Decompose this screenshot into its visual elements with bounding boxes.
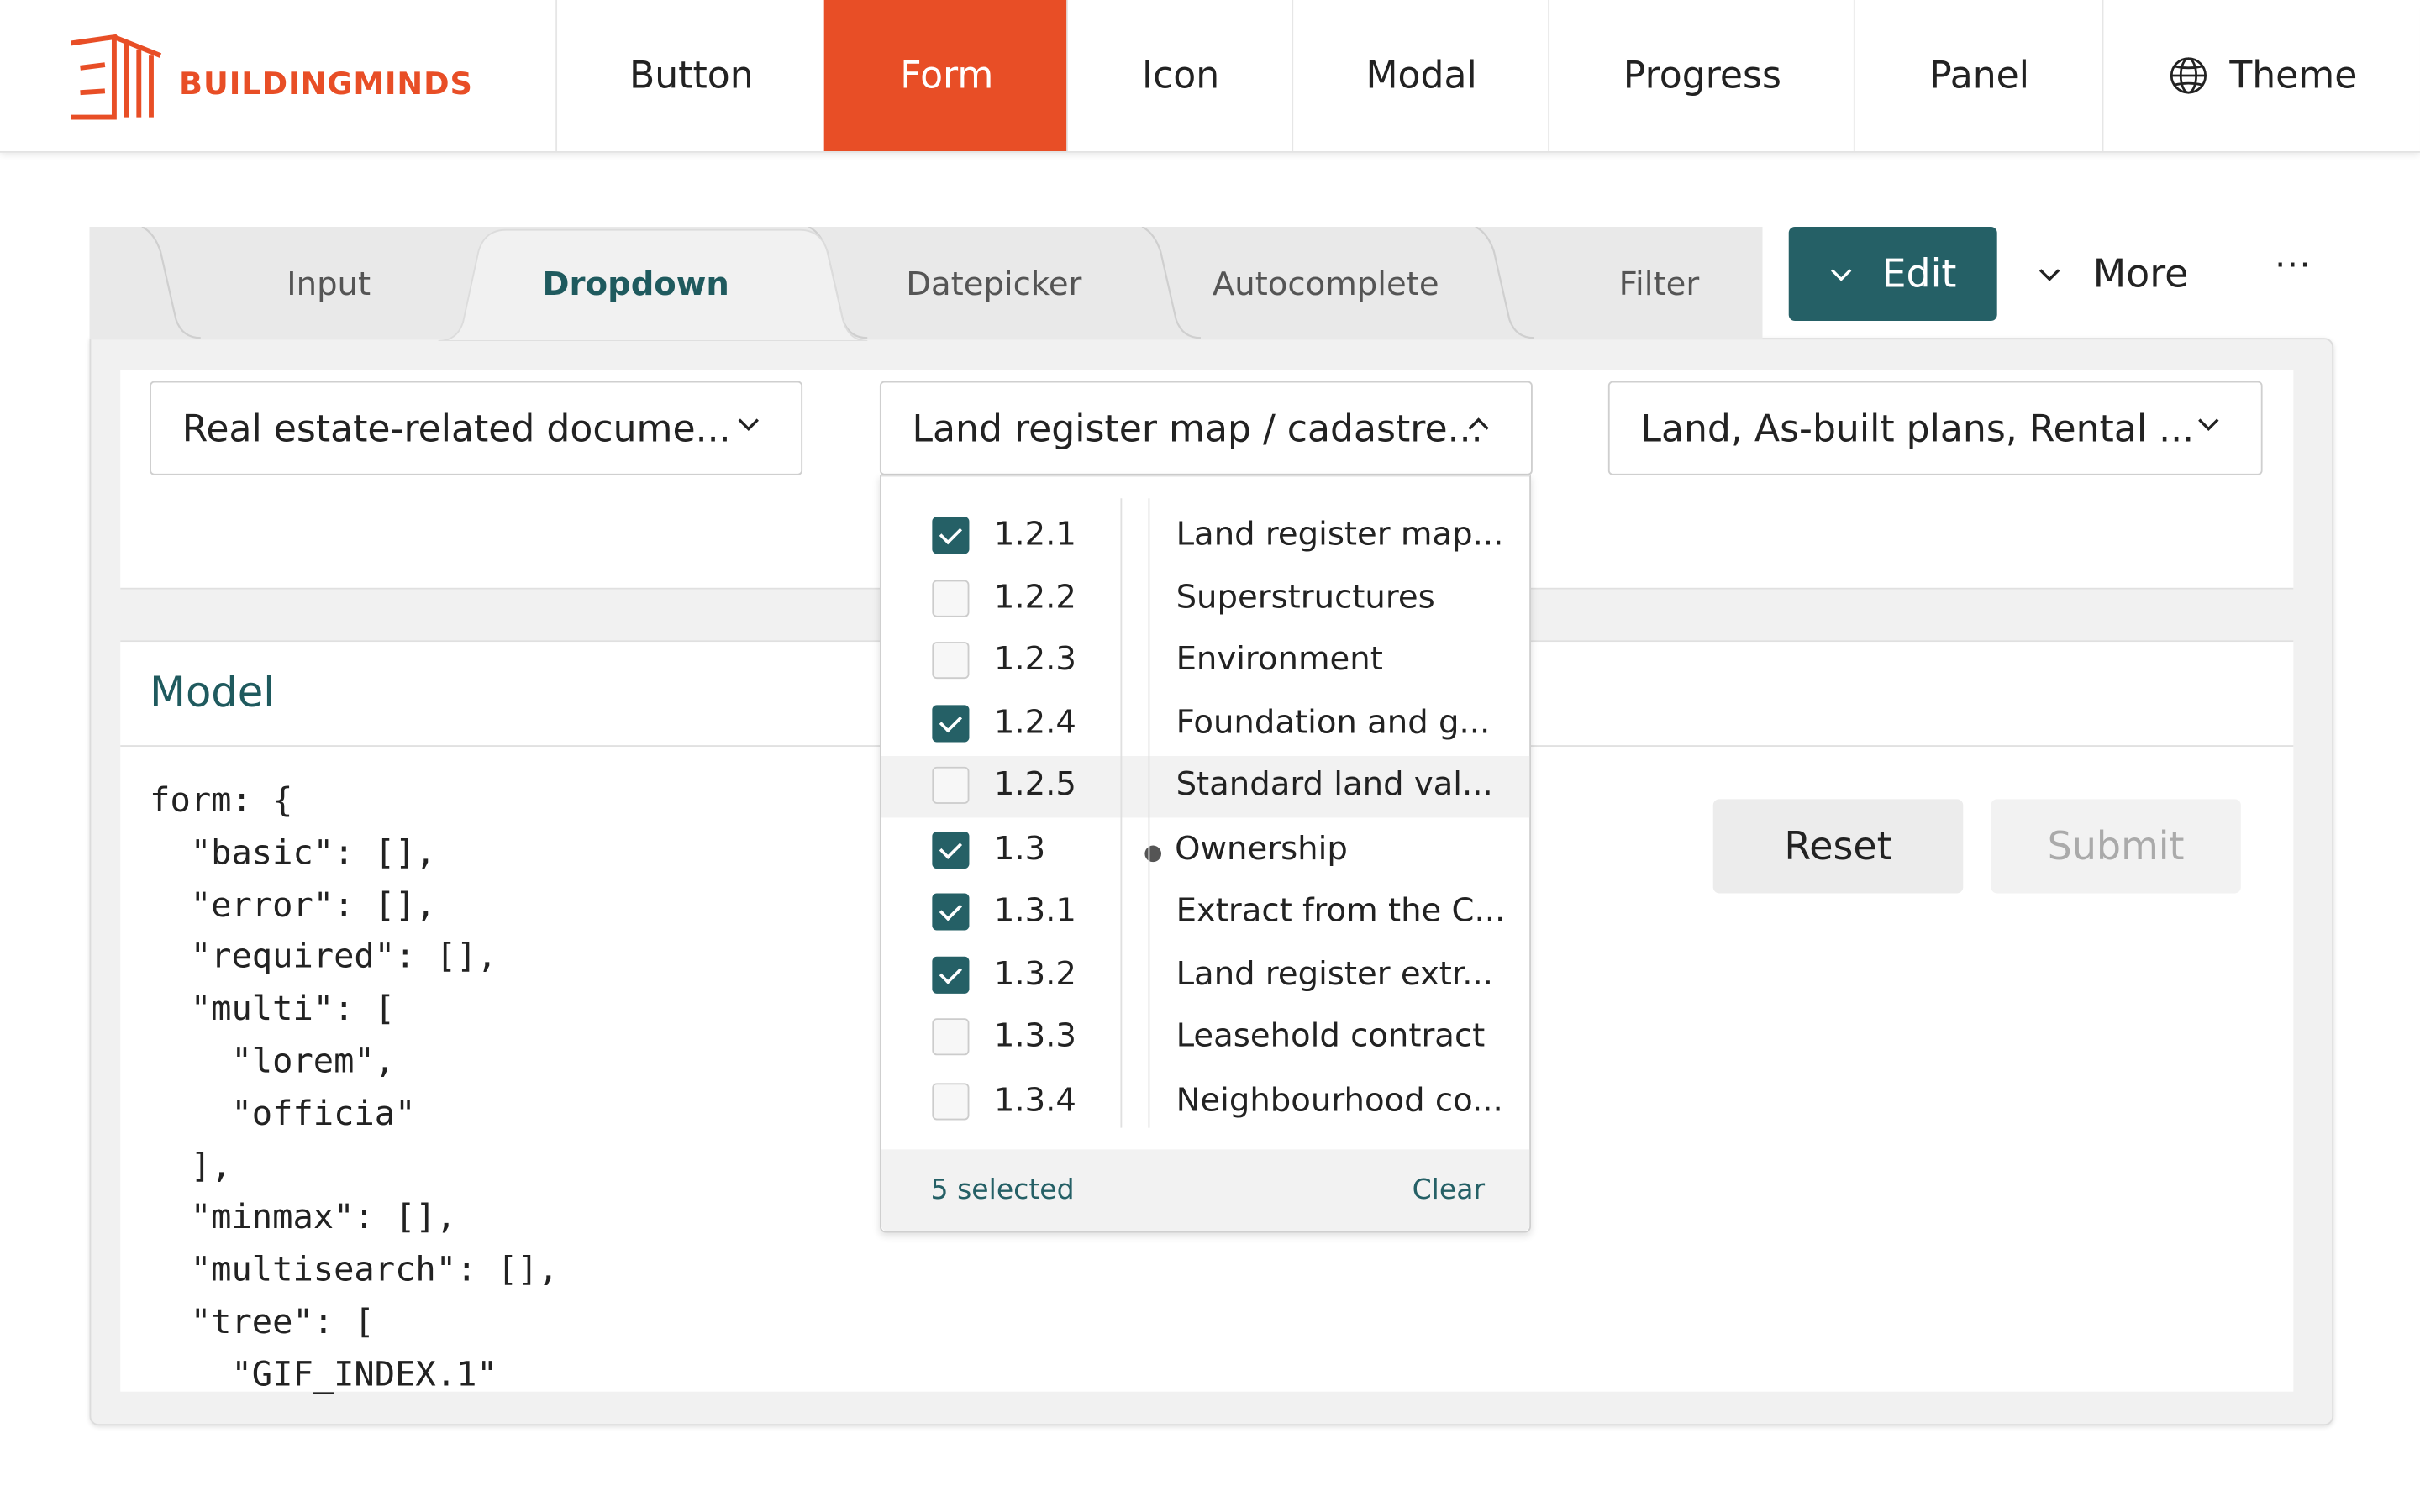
buildingminds-logo-icon xyxy=(71,34,162,120)
nav-item-label: Theme xyxy=(2229,54,2358,97)
checkbox-checked[interactable] xyxy=(932,705,970,743)
option-label: Leasehold contract xyxy=(1176,1016,1486,1054)
checkbox-checked[interactable] xyxy=(932,956,970,994)
checkbox-checked[interactable] xyxy=(932,831,970,869)
nav-item-modal[interactable]: Modal xyxy=(1292,0,1549,151)
option-1-2-3[interactable]: 1.2.3 Environment xyxy=(881,631,1529,692)
dropdown-value: Land, As-built plans, Rental ... xyxy=(1640,406,2195,450)
option-label: Superstructures xyxy=(1176,578,1435,616)
more-label: More xyxy=(2092,251,2189,297)
more-button[interactable]: More xyxy=(2037,227,2188,321)
option-1-3-3[interactable]: 1.3.3 Leasehold contract xyxy=(881,1007,1529,1068)
submit-button[interactable]: Submit xyxy=(1991,799,2241,894)
tab-label: Autocomplete xyxy=(1212,264,1439,302)
checkbox-unchecked[interactable] xyxy=(932,580,970,617)
option-1-2-4[interactable]: 1.2.4 Foundation and g... xyxy=(881,695,1529,756)
tab-label: Datepicker xyxy=(906,264,1082,302)
reset-label: Reset xyxy=(1784,823,1892,869)
nav-item-form[interactable]: Form xyxy=(823,0,1068,151)
edit-label: Edit xyxy=(1881,251,1957,297)
submit-label: Submit xyxy=(2047,823,2185,869)
dropdown-document-type[interactable]: Land register map / cadastre... xyxy=(879,381,1533,475)
dropdown-tags[interactable]: Land, As-built plans, Rental ... xyxy=(1607,381,2263,475)
option-code: 1.3 xyxy=(993,830,1046,868)
option-code: 1.2.4 xyxy=(993,703,1076,741)
option-code: 1.2.5 xyxy=(993,765,1076,803)
chevron-up-icon xyxy=(1468,417,1489,430)
dropdown-menu: 1.2.1 Land register map... 1.2.2 Superst… xyxy=(879,475,1532,1233)
tab-dropdown[interactable]: Dropdown xyxy=(509,227,762,339)
option-1-2-1[interactable]: 1.2.1 Land register map... xyxy=(881,506,1529,567)
nav-item-icon[interactable]: Icon xyxy=(1066,0,1293,151)
checkbox-unchecked[interactable] xyxy=(932,766,970,804)
option-1-3[interactable]: 1.3 ● Ownership xyxy=(881,821,1529,882)
tab-datepicker[interactable]: Datepicker xyxy=(865,227,1124,339)
dropdown-value: Land register map / cadastre... xyxy=(912,406,1483,450)
option-label: Environment xyxy=(1176,640,1383,678)
tab-label: Filter xyxy=(1618,264,1700,302)
dropdown-value: Real estate-related docume... xyxy=(182,406,731,450)
tab-autocomplete[interactable]: Autocomplete xyxy=(1188,227,1463,339)
nav-item-label: Modal xyxy=(1365,54,1477,97)
chevron-down-icon xyxy=(738,418,759,431)
checkbox-checked[interactable] xyxy=(932,893,970,931)
tab-filter[interactable]: Filter xyxy=(1574,227,1744,339)
option-1-2-5[interactable]: 1.2.5 Standard land val... xyxy=(881,755,1530,818)
nav-item-label: Form xyxy=(900,54,994,97)
dropdown-document-category[interactable]: Real estate-related docume... xyxy=(150,381,803,475)
nav-item-label: Progress xyxy=(1623,54,1781,97)
option-code: 1.3.2 xyxy=(993,954,1076,992)
overflow-menu-icon[interactable]: ··· xyxy=(2275,247,2312,286)
option-1-3-4[interactable]: 1.3.4 Neighbourhood co... xyxy=(881,1073,1529,1134)
reset-button[interactable]: Reset xyxy=(1712,799,1964,894)
brand-logo[interactable]: BUILDINGMINDS xyxy=(68,34,473,120)
option-code: 1.3.3 xyxy=(993,1016,1076,1054)
brand-name: BUILDINGMINDS xyxy=(179,65,473,102)
option-label-text: Ownership xyxy=(1175,830,1348,868)
option-label: Neighbourhood co... xyxy=(1176,1081,1503,1119)
nav-item-panel[interactable]: Panel xyxy=(1853,0,2104,151)
chevron-down-icon xyxy=(2198,418,2219,431)
option-code: 1.3.4 xyxy=(993,1081,1076,1119)
nav-item-theme[interactable]: Theme xyxy=(2102,0,2420,151)
option-code: 1.2.3 xyxy=(993,640,1076,678)
selected-count: 5 selected xyxy=(930,1173,1075,1207)
nav-item-button[interactable]: Button xyxy=(555,0,825,151)
option-1-2-2[interactable]: 1.2.2 Superstructures xyxy=(881,570,1529,631)
tab-label: Dropdown xyxy=(542,264,729,302)
option-label: Extract from the C... xyxy=(1176,891,1506,929)
nav-item-label: Button xyxy=(629,54,754,97)
option-code: 1.2.1 xyxy=(993,515,1076,553)
option-1-3-1[interactable]: 1.3.1 Extract from the C... xyxy=(881,883,1529,944)
option-label: Land register map... xyxy=(1176,515,1504,553)
option-label: Foundation and g... xyxy=(1176,703,1491,741)
option-code: 1.2.2 xyxy=(993,578,1076,616)
option-label: Land register extr... xyxy=(1176,954,1494,992)
checkbox-unchecked[interactable] xyxy=(932,1083,970,1121)
option-label: Standard land val... xyxy=(1176,765,1493,803)
column-divider xyxy=(1148,498,1150,1128)
tab-label: Input xyxy=(287,264,371,302)
column-divider xyxy=(1120,498,1123,1128)
chevron-down-icon xyxy=(2039,268,2060,281)
option-1-3-2[interactable]: 1.3.2 Land register extr... xyxy=(881,946,1529,1007)
nav-item-label: Panel xyxy=(1929,54,2030,97)
checkbox-unchecked[interactable] xyxy=(932,642,970,680)
nav-item-progress[interactable]: Progress xyxy=(1548,0,1855,151)
option-label: ● Ownership xyxy=(1144,830,1348,867)
globe-icon xyxy=(2170,57,2207,94)
bullet-icon: ● xyxy=(1143,841,1163,866)
model-title: Model xyxy=(150,669,276,718)
checkbox-unchecked[interactable] xyxy=(932,1018,970,1056)
edit-button[interactable]: Edit xyxy=(1788,226,1997,322)
top-navbar: BUILDINGMINDS Button Form Icon Modal Pro… xyxy=(0,0,2420,153)
option-code: 1.3.1 xyxy=(993,891,1076,929)
checkbox-checked[interactable] xyxy=(932,517,970,554)
model-code-block: form: { "basic": [], "error": [], "requi… xyxy=(150,782,559,1394)
tab-input[interactable]: Input xyxy=(229,227,429,339)
chevron-down-icon xyxy=(1831,268,1852,281)
nav-item-label: Icon xyxy=(1141,54,1220,97)
clear-selection-link[interactable]: Clear xyxy=(1413,1174,1485,1207)
